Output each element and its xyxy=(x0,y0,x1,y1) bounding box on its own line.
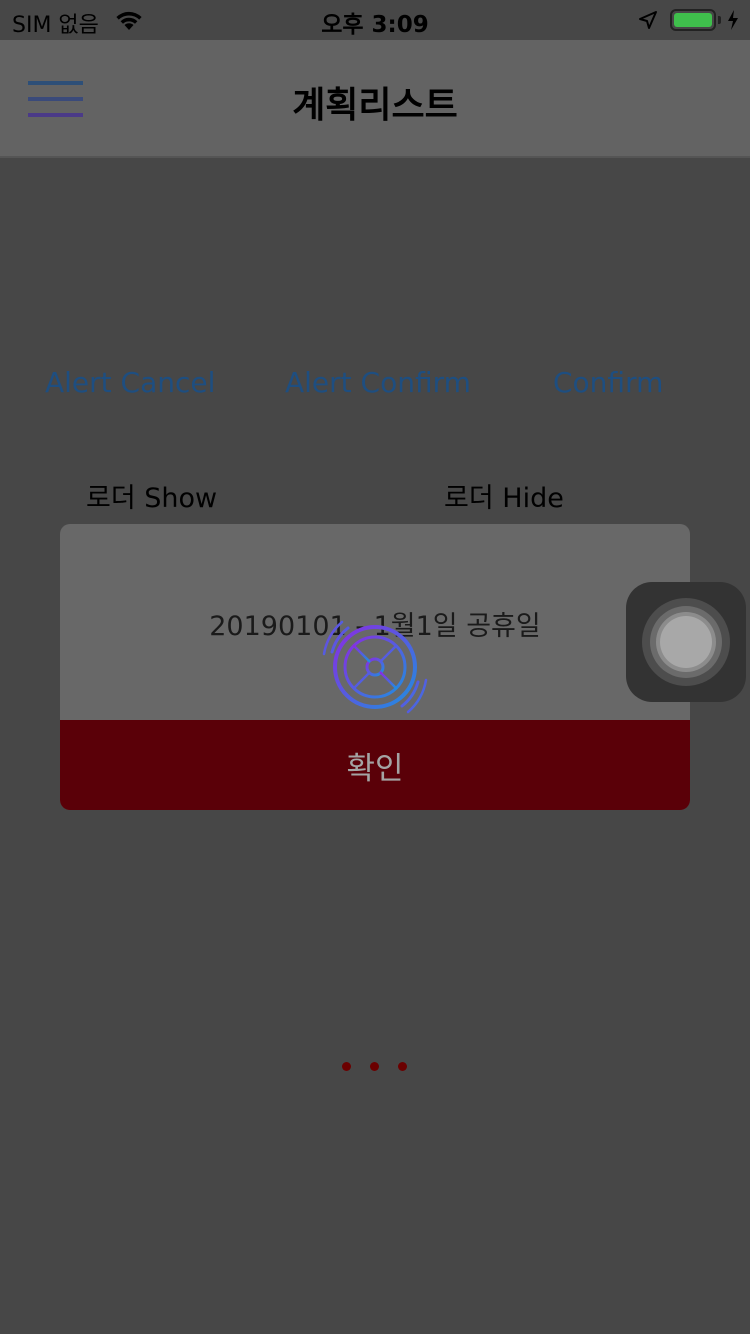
alert-confirm-button[interactable]: Alert Confirm xyxy=(285,366,471,399)
location-arrow-icon xyxy=(639,11,657,29)
status-bar: SIM 없음 오후 3:09 xyxy=(0,0,750,40)
assistive-touch-ring xyxy=(642,598,730,686)
assistive-touch-ring xyxy=(656,612,716,672)
loader-hide-button[interactable]: 로더 Hide xyxy=(444,476,564,515)
battery-icon xyxy=(670,9,716,31)
navigation-bar: 계획리스트 xyxy=(0,40,750,157)
page-dot xyxy=(398,1062,407,1071)
loader-show-button[interactable]: 로더 Show xyxy=(86,476,217,515)
assistive-touch-ring xyxy=(650,606,722,678)
page-dot xyxy=(370,1062,379,1071)
alert-ok-button[interactable]: 확인 xyxy=(60,720,690,810)
charging-bolt-icon xyxy=(728,10,738,30)
nav-divider xyxy=(0,156,750,158)
page-indicator xyxy=(0,1062,750,1072)
battery-level xyxy=(674,13,712,27)
page-dot xyxy=(342,1062,351,1071)
page-title: 계획리스트 xyxy=(292,85,458,126)
battery-cap xyxy=(718,16,721,24)
assistive-touch-core xyxy=(660,616,712,668)
spinner-wheel-icon xyxy=(322,620,428,714)
alert-cancel-button[interactable]: Alert Cancel xyxy=(45,366,215,399)
confirm-button[interactable]: Confirm xyxy=(553,366,663,399)
assistive-touch-icon[interactable] xyxy=(626,582,746,702)
